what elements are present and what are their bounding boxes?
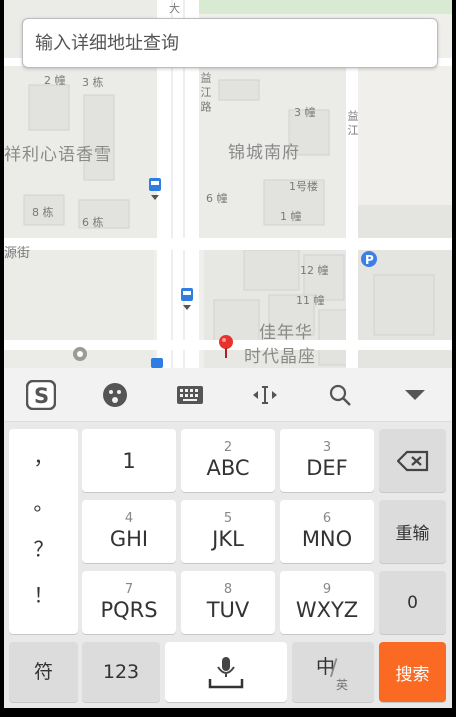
key-label: DEF xyxy=(306,455,348,480)
key-label: TUV xyxy=(206,597,250,622)
key-0[interactable]: 0 xyxy=(379,571,446,634)
backspace-key[interactable] xyxy=(379,429,446,492)
key-digit: 8 xyxy=(223,581,233,597)
key-digit: 9 xyxy=(322,581,332,597)
space-key[interactable] xyxy=(165,642,287,702)
map-label-building: 6 幢 xyxy=(206,192,228,205)
key-label: 搜索 xyxy=(395,664,430,685)
map-label-building: 1号楼 xyxy=(289,180,318,193)
map-label-poi: 祥利心语香雪 xyxy=(4,145,112,165)
backspace-icon xyxy=(396,450,428,471)
key-1[interactable]: 1 xyxy=(82,429,176,492)
key-label: 重输 xyxy=(395,524,430,544)
key-digit: 7 xyxy=(124,581,134,597)
key-digit: 6 xyxy=(322,510,332,526)
map-label-building: 1 幢 xyxy=(280,210,302,223)
key-label: ABC xyxy=(206,455,250,480)
key-label: JKL xyxy=(212,526,244,551)
map-label-building: 12 幢 xyxy=(300,264,329,277)
symbol-key[interactable]: 符 xyxy=(9,642,78,702)
language-switch-key[interactable]: 中 / 英 xyxy=(292,642,374,702)
keyboard-toolbar: S xyxy=(4,368,452,422)
key-9-wxyz[interactable]: 9 WXYZ xyxy=(280,571,374,634)
sogou-logo-icon[interactable]: S xyxy=(4,368,78,422)
key-digit: 4 xyxy=(124,510,134,526)
map-label-street: 源街 xyxy=(4,246,31,261)
map-label-road: 益 江 路 xyxy=(199,72,212,112)
punctuation-column[interactable]: ， 。 ？ ！ xyxy=(9,429,78,634)
map-label-building: 3 栋 xyxy=(82,76,104,89)
map-label-building: 2 幢 xyxy=(44,74,66,87)
emoji-icon[interactable] xyxy=(78,368,152,422)
key-2-abc[interactable]: 2 ABC xyxy=(181,429,275,492)
key-6-mno[interactable]: 6 MNO xyxy=(280,500,374,563)
punct-exclamation-key[interactable]: ！ xyxy=(9,579,78,608)
collapse-keyboard-icon[interactable] xyxy=(378,368,452,422)
svg-text:P: P xyxy=(365,253,374,267)
svg-text:S: S xyxy=(34,384,49,408)
reenter-key[interactable]: 重输 xyxy=(379,500,446,563)
key-digit: 3 xyxy=(322,439,332,455)
key-label: MNO xyxy=(301,526,353,551)
search-key[interactable]: 搜索 xyxy=(379,642,446,702)
key-label: 0 xyxy=(407,592,418,613)
cursor-icon[interactable] xyxy=(228,368,302,422)
key-4-ghi[interactable]: 4 GHI xyxy=(82,500,176,563)
map-label-building: 6 栋 xyxy=(82,216,104,229)
punct-comma-key[interactable]: ， xyxy=(9,441,78,470)
map-view[interactable]: 大 2 幢 3 栋 益 江 路 3 幢 祥利心语香雪 锦城南府 益 江 1号楼 … xyxy=(4,0,452,368)
key-label: 123 xyxy=(102,661,140,683)
punct-period-key[interactable]: 。 xyxy=(9,487,78,516)
key-8-tuv[interactable]: 8 TUV xyxy=(181,571,275,634)
keyboard-icon[interactable] xyxy=(153,368,227,422)
key-label: 1 xyxy=(122,448,136,473)
map-label-poi: 锦城南府 xyxy=(228,143,300,163)
map-label-road: 益 江 xyxy=(346,110,359,136)
key-3-def[interactable]: 3 DEF xyxy=(280,429,374,492)
punct-question-key[interactable]: ？ xyxy=(9,533,78,562)
key-7-pqrs[interactable]: 7 PQRS xyxy=(82,571,176,634)
number-mode-key[interactable]: 123 xyxy=(82,642,160,702)
key-label: PQRS xyxy=(100,597,158,622)
map-label-da: 大 xyxy=(169,2,180,15)
key-label: WXYZ xyxy=(295,597,359,622)
map-label-poi: 佳年华 xyxy=(259,323,313,343)
ime-keyboard: S ， 。 ？ ！ 1 2 ABC 3 DEF 4 GHI 5 JKL 6 MN… xyxy=(4,368,452,708)
map-label-building: 3 幢 xyxy=(294,106,316,119)
map-label-building: 8 栋 xyxy=(32,206,54,219)
key-label: GHI xyxy=(109,526,149,551)
map-label-building: 11 幢 xyxy=(296,294,325,307)
key-label: 符 xyxy=(33,661,53,683)
key-digit: 2 xyxy=(223,439,233,455)
address-search-input[interactable] xyxy=(23,19,437,67)
map-label-poi: 时代晶座 xyxy=(244,347,316,367)
address-search-box[interactable] xyxy=(22,18,438,68)
microphone-icon xyxy=(208,657,244,689)
search-icon[interactable] xyxy=(303,368,377,422)
key-5-jkl[interactable]: 5 JKL xyxy=(181,500,275,563)
key-digit: 5 xyxy=(223,510,233,526)
lang-sub-label: 英 xyxy=(336,678,349,692)
